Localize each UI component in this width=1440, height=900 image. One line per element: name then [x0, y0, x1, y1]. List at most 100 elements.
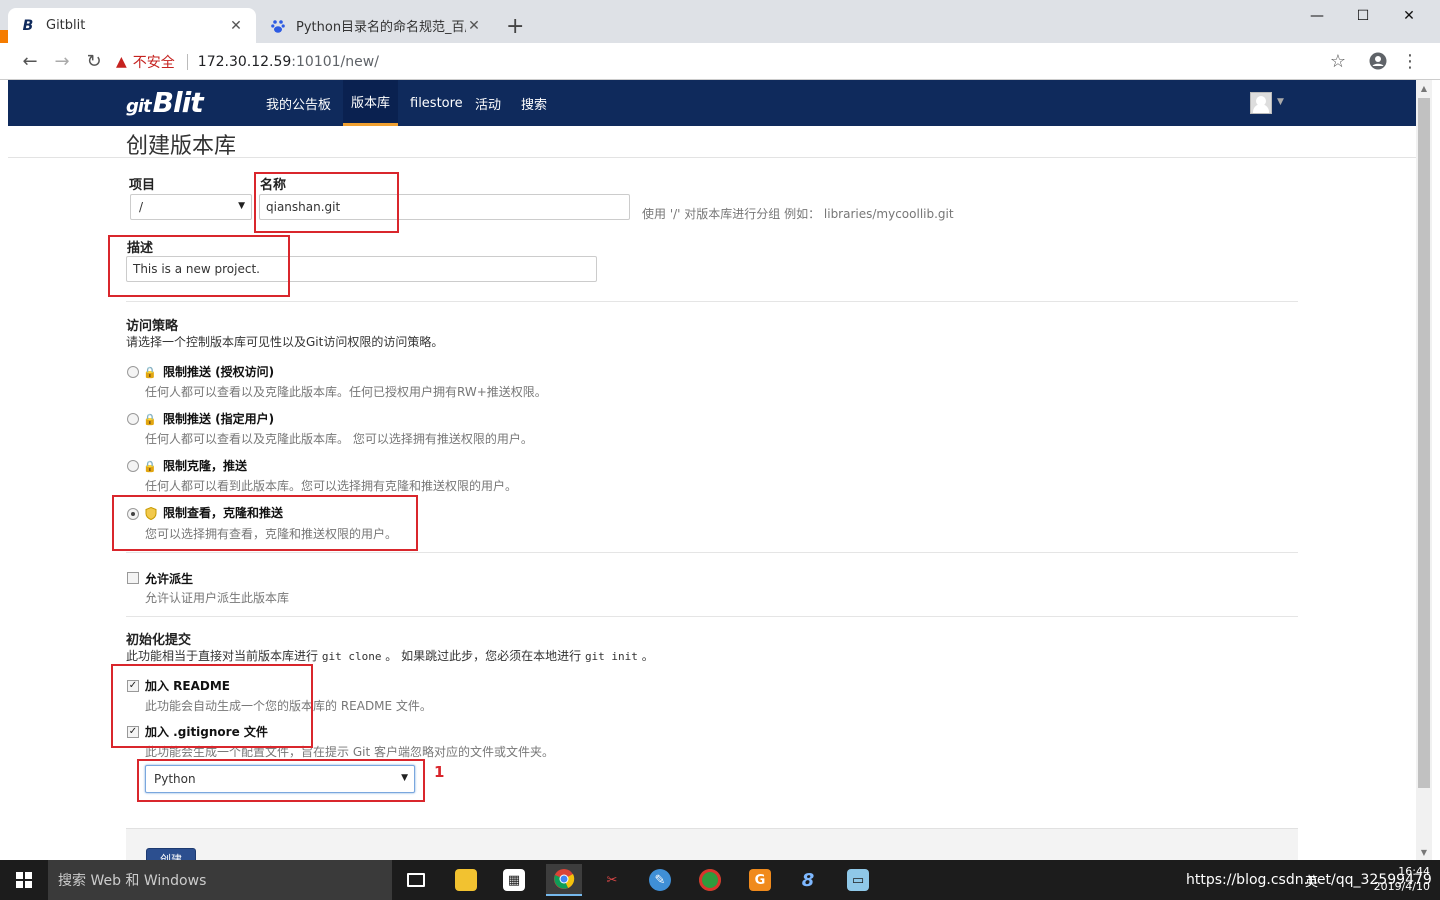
lock-icon: 🔒: [143, 365, 157, 379]
access-option-label[interactable]: 限制查看，克隆和推送: [163, 504, 283, 521]
access-option-desc: 任何人都可以看到此版本库。您可以选择拥有克隆和推送权限的用户。: [145, 479, 518, 493]
name-help: 使用 '/' 对版本库进行分组 例如： libraries/mycoollib.…: [642, 207, 954, 221]
nav-dashboard[interactable]: 我的公告板: [266, 80, 331, 126]
store-icon[interactable]: ▦: [496, 864, 532, 896]
scrollbar-thumb[interactable]: [1418, 98, 1430, 788]
init-help-code-init: git init: [584, 650, 638, 663]
tab-gitblit[interactable]: B Gitblit ✕: [8, 8, 256, 43]
access-option-desc: 任何人都可以查看以及克隆此版本库。任何已授权用户拥有RW+推送权限。: [145, 385, 547, 399]
notepad-icon[interactable]: ▭: [840, 864, 876, 896]
tab-title: Gitblit: [46, 18, 86, 33]
user-avatar[interactable]: [1250, 92, 1272, 114]
init-help-text: 。 如果跳过此步，您必须在本地进行: [385, 649, 582, 663]
scroll-down-icon[interactable]: ▼: [1416, 844, 1432, 860]
clock-time: 16:44: [1398, 865, 1430, 878]
access-radio-view-clone-push[interactable]: [127, 508, 139, 520]
nav-repositories[interactable]: 版本库: [343, 80, 399, 126]
file-explorer-icon[interactable]: [448, 864, 484, 896]
divider: [126, 301, 1298, 302]
add-gitignore-label[interactable]: 加入 .gitignore 文件: [145, 723, 268, 740]
gitblit-favicon-icon: B: [22, 17, 34, 34]
name-label: 名称: [260, 178, 287, 193]
baidu-paw-icon: [270, 18, 286, 34]
access-policy-label: 访问策略: [126, 319, 179, 334]
reload-icon[interactable]: ↻: [82, 49, 106, 73]
access-option-label[interactable]: 限制推送 (授权访问): [163, 363, 274, 380]
lock-icon: 🔒: [143, 459, 157, 473]
windows-logo-icon: [16, 872, 32, 888]
chevron-down-icon: ▼: [238, 201, 245, 211]
access-policy-help: 请选择一个控制版本库可见性以及Git访问权限的访问策略。: [126, 335, 444, 349]
minimize-button[interactable]: —: [1294, 0, 1340, 32]
tab-title: Python目录名的命名规范_百度搜: [296, 20, 466, 35]
add-readme-desc: 此功能会自动生成一个您的版本库的 README 文件。: [145, 699, 432, 713]
project-select[interactable]: / ▼: [130, 194, 252, 220]
nav-search[interactable]: 搜索: [521, 80, 547, 126]
divider: [126, 552, 1298, 553]
user-menu-caret-icon[interactable]: ▼: [1277, 97, 1284, 107]
tab-baidu-search[interactable]: Python目录名的命名规范_百度搜 ✕: [258, 8, 494, 43]
url-path[interactable]: :10101/new/: [291, 54, 379, 70]
access-option-desc: 任何人都可以查看以及克隆此版本库。 您可以选择拥有推送权限的用户。: [145, 432, 533, 446]
paint-icon[interactable]: ✎: [642, 864, 678, 896]
scroll-up-icon[interactable]: ▲: [1416, 80, 1432, 96]
browser-alt-icon[interactable]: [692, 864, 728, 896]
tab-close-icon[interactable]: ✕: [228, 18, 244, 34]
maximize-button[interactable]: ☐: [1340, 0, 1386, 32]
access-radio-authenticated-push[interactable]: [127, 366, 139, 378]
close-window-button[interactable]: ✕: [1386, 0, 1432, 32]
add-gitignore-desc: 此功能会生成一个配置文件，旨在提示 Git 客户端忽略对应的文件或文件夹。: [145, 745, 554, 759]
new-tab-button[interactable]: +: [506, 14, 524, 39]
chrome-icon[interactable]: [546, 864, 582, 896]
taskbar-search[interactable]: 搜索 Web 和 Windows: [48, 860, 392, 900]
nav-activity[interactable]: 活动: [475, 80, 501, 126]
forward-arrow-icon[interactable]: →: [50, 49, 74, 73]
gitblit-navbar: gitBlit 我的公告板 版本库 filestore 活动 搜索 ▼: [8, 80, 1416, 126]
menu-kebab-icon[interactable]: ⋮: [1398, 49, 1422, 73]
snipping-tool-icon[interactable]: ✂: [594, 864, 630, 896]
logo-text: Blit: [152, 86, 204, 119]
tab-close-icon[interactable]: ✕: [466, 18, 482, 34]
description-input[interactable]: This is a new project.: [126, 256, 597, 282]
gitblit-app-icon[interactable]: 8: [790, 864, 826, 896]
url-host[interactable]: 172.30.12.59: [198, 54, 292, 70]
project-select-value: /: [139, 200, 144, 214]
browser-chrome: B Gitblit ✕ Python目录名的命名规范_百度搜 ✕ + — ☐ ✕…: [0, 0, 1440, 80]
git-app-icon[interactable]: G: [742, 864, 778, 896]
add-readme-checkbox[interactable]: ✓: [127, 680, 139, 692]
access-radio-named-push[interactable]: [127, 413, 139, 425]
bookmark-star-icon[interactable]: ☆: [1326, 49, 1350, 73]
allow-fork-desc: 允许认证用户派生此版本库: [145, 591, 290, 605]
gitignore-template-select[interactable]: Python ▼: [145, 765, 415, 793]
warning-triangle-icon[interactable]: ▲: [116, 54, 127, 70]
input-language[interactable]: 英: [1305, 860, 1318, 900]
allow-fork-label[interactable]: 允许派生: [145, 570, 193, 587]
access-option-label[interactable]: 限制推送 (指定用户): [163, 410, 274, 427]
add-gitignore-checkbox[interactable]: ✓: [127, 726, 139, 738]
chevron-down-icon: ▼: [401, 773, 408, 783]
nav-filestore[interactable]: filestore: [410, 80, 463, 126]
annotation-number: 1: [434, 763, 445, 781]
add-readme-label[interactable]: 加入 README: [145, 677, 230, 694]
page-scrollbar[interactable]: ▲ ▼: [1416, 80, 1432, 860]
tab-strip: B Gitblit ✕ Python目录名的命名规范_百度搜 ✕ + — ☐ ✕: [0, 0, 1440, 43]
gitblit-logo[interactable]: gitBlit: [126, 86, 204, 119]
back-arrow-icon[interactable]: ←: [18, 49, 42, 73]
allow-fork-checkbox[interactable]: [127, 572, 139, 584]
create-button[interactable]: 创建: [146, 848, 196, 860]
security-label[interactable]: 不安全: [133, 52, 175, 72]
browser-toolbar: ← → ↻ ▲ 不安全 172.30.12.59 :10101/new/ ☆ ⋮: [0, 43, 1440, 80]
access-option-label[interactable]: 限制克隆，推送: [163, 457, 247, 474]
system-clock[interactable]: 16:44 2019/4/10: [1374, 864, 1430, 894]
init-help-text: 。: [641, 649, 654, 663]
start-button[interactable]: [0, 860, 48, 900]
address-bar[interactable]: ▲ 不安全 172.30.12.59 :10101/new/: [116, 47, 1356, 76]
clock-date: 2019/4/10: [1373, 880, 1430, 893]
name-input[interactable]: qianshan.git: [259, 194, 630, 220]
init-commit-label: 初始化提交: [126, 633, 192, 648]
task-view-icon[interactable]: [398, 864, 434, 896]
windows-taskbar: 搜索 Web 和 Windows ▦ ✂ ✎ G 8 ▭ https://blo…: [0, 860, 1440, 900]
lock-icon: 🔒: [143, 412, 157, 426]
access-radio-clone-push[interactable]: [127, 460, 139, 472]
profile-icon[interactable]: [1366, 49, 1390, 73]
